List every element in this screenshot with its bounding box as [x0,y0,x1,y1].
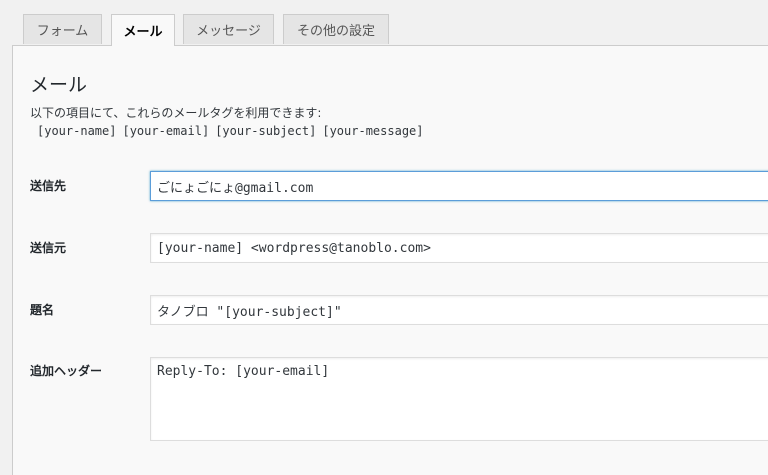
subject-input[interactable]: タノブロ "[your-subject]" [150,295,768,325]
subject-label: 題名 [30,303,55,317]
mail-tag: [your-message] [322,124,424,138]
tab-messages[interactable]: メッセージ [183,14,274,44]
mail-settings-panel: メール 以下の項目にて、これらのメールタグを利用できます: [your-name… [12,45,768,475]
tab-form[interactable]: フォーム [23,14,102,44]
mail-tag: [your-subject] [215,124,317,138]
from-input[interactable]: [your-name] <wordpress@tanoblo.com> [150,233,768,263]
additional-headers-textarea[interactable]: Reply-To: [your-email] [150,357,768,441]
panel-title: メール [30,74,88,96]
mail-tag: [your-email] [122,124,210,138]
to-input[interactable]: ごにょごにょ@gmail.com [150,171,768,201]
mail-tag: [your-name] [37,124,117,138]
mail-tag-list: [your-name] [your-email] [your-subject] [yo… [37,124,430,138]
tab-bar: フォーム メール メッセージ その他の設定 [0,0,768,46]
to-label: 送信先 [30,179,67,193]
tab-additional-settings[interactable]: その他の設定 [283,14,389,44]
additional-headers-label: 追加ヘッダー [30,364,103,378]
from-label: 送信元 [30,241,67,255]
mail-tags-description: 以下の項目にて、これらのメールタグを利用できます: [30,106,322,120]
tab-mail[interactable]: メール [111,14,175,46]
